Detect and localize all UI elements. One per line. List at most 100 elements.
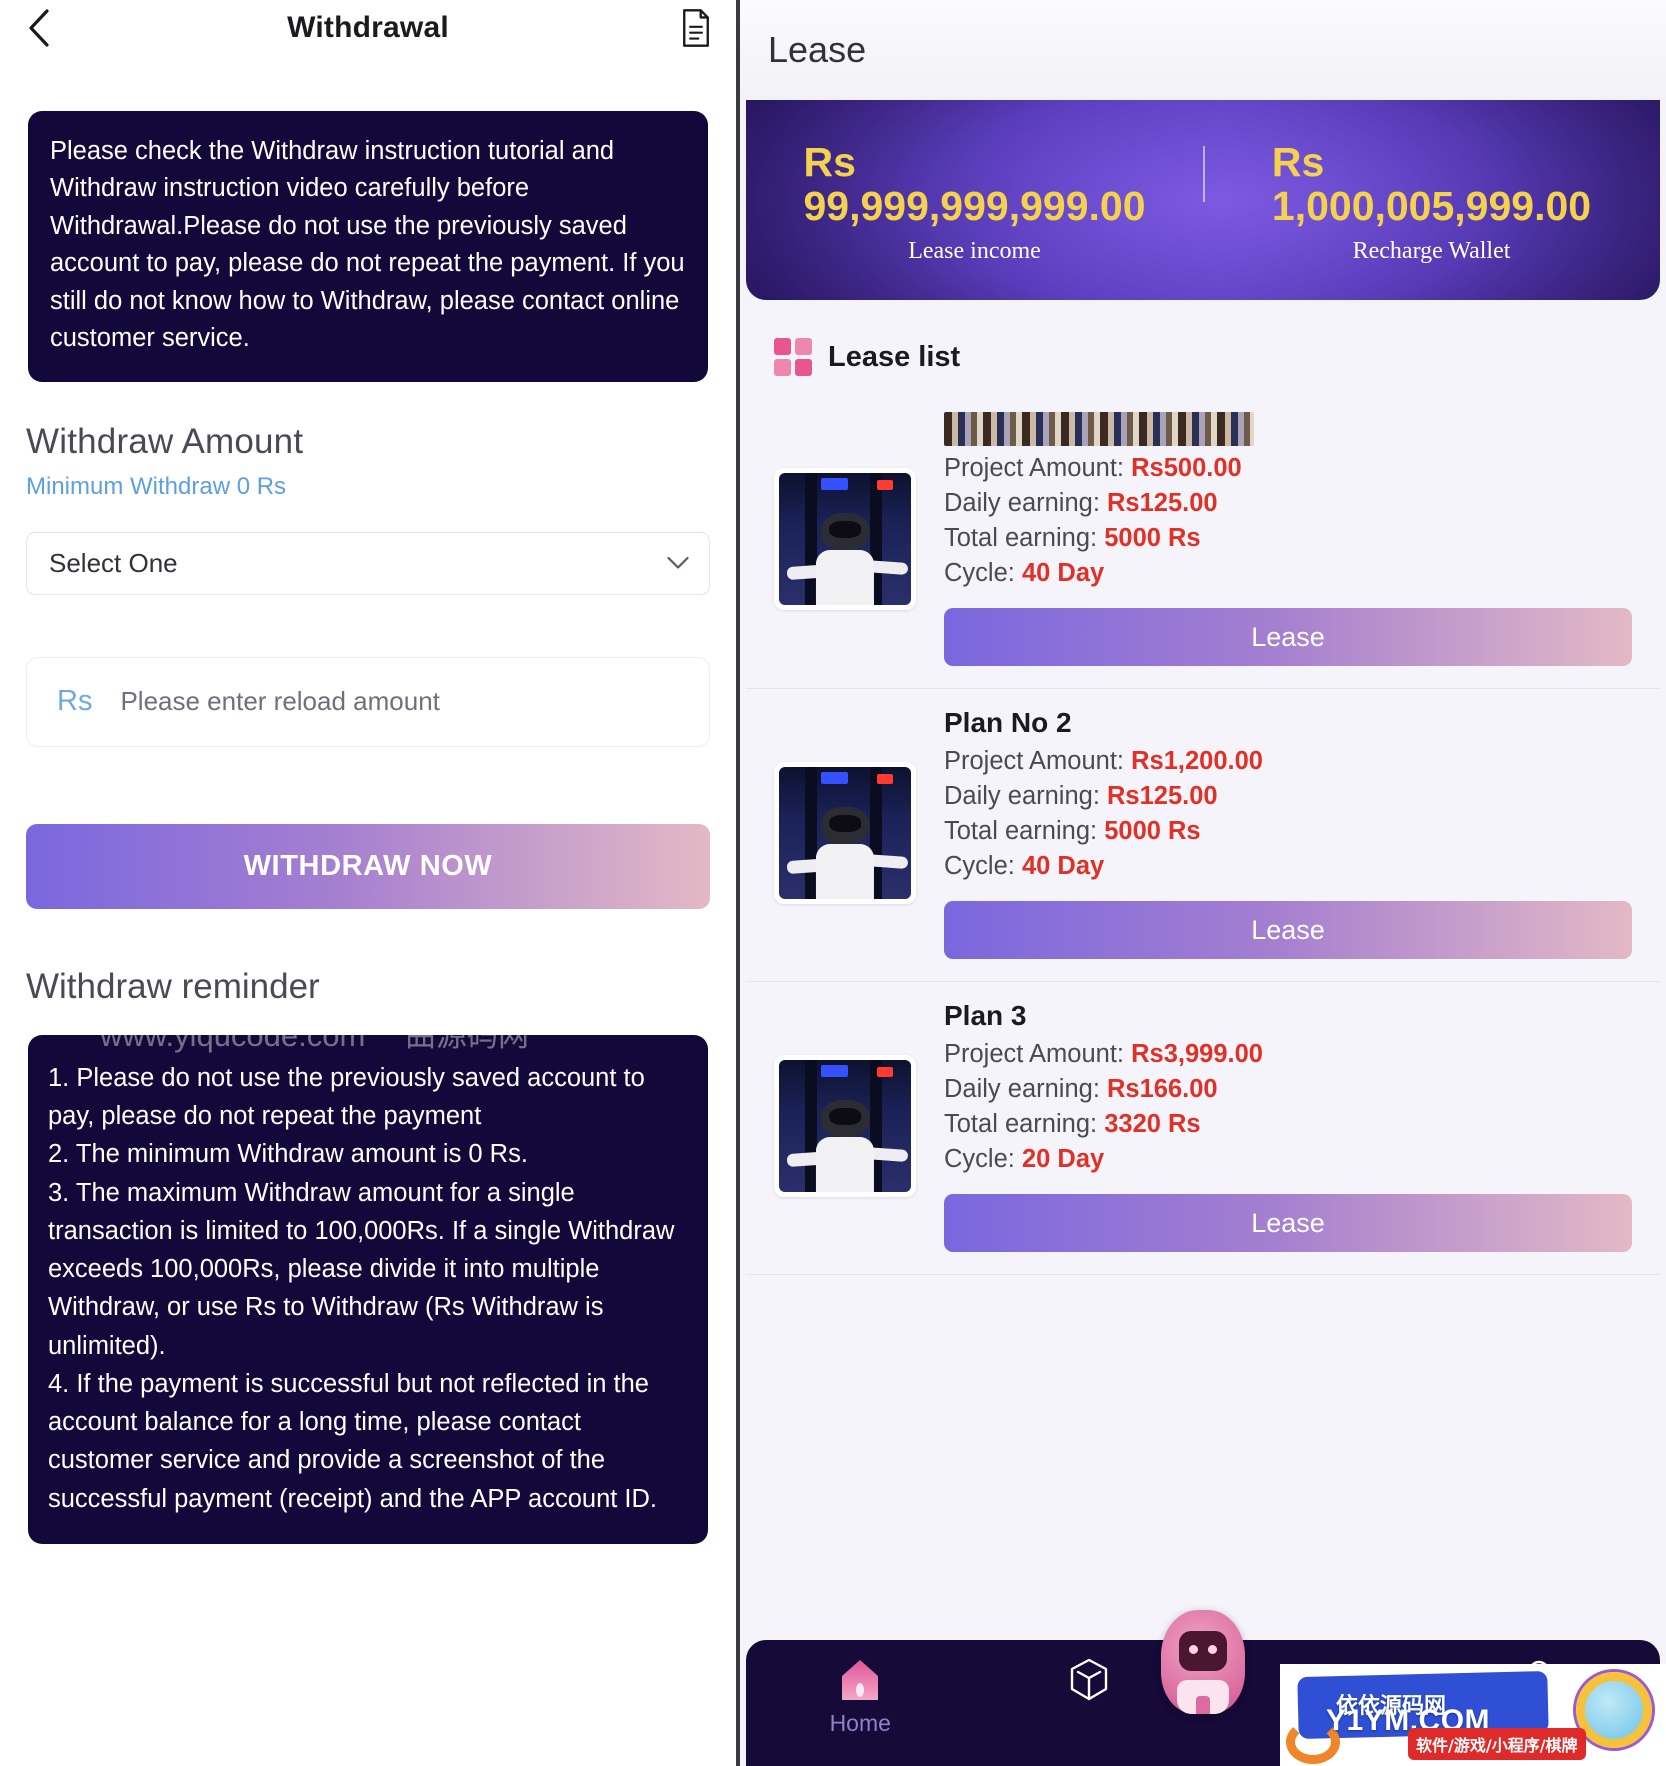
home-icon — [838, 1654, 882, 1706]
total-earning-value: 5000 Rs — [1104, 817, 1201, 845]
withdrawal-header: Withdrawal — [0, 0, 736, 56]
plan-thumbnail — [774, 1055, 916, 1197]
robot-image — [779, 1060, 911, 1192]
plan-project-amount: Project Amount: Rs500.00 — [944, 454, 1632, 483]
cycle-label: Cycle: — [944, 852, 1015, 880]
lease-income-currency: Rs — [803, 139, 856, 186]
lease-list-header: Lease list — [746, 338, 1660, 376]
plan-thumbnail — [774, 762, 916, 904]
total-earning-value: 5000 Rs — [1104, 524, 1201, 552]
plan-name — [944, 412, 1254, 446]
reminder-item: 4. If the payment is successful but not … — [48, 1369, 658, 1513]
cube-icon — [1067, 1654, 1111, 1706]
robot-mascot-icon[interactable] — [1161, 1610, 1245, 1714]
minimum-withdraw-note: Minimum Withdraw 0 Rs — [26, 472, 287, 500]
nav-item-home[interactable]: Home — [746, 1654, 975, 1737]
lease-button[interactable]: Lease — [944, 901, 1632, 959]
chevron-down-icon — [667, 557, 689, 570]
plan-info: Project Amount: Rs500.00 Daily earning: … — [944, 412, 1632, 666]
lease-income-block: Rs 99,999,999,999.00 Lease income — [746, 100, 1203, 300]
plan-project-amount: Project Amount: Rs3,999.00 — [944, 1040, 1632, 1069]
daily-earning-label: Daily earning: — [944, 489, 1100, 517]
app-screen: Withdrawal Please check the Withdraw ins… — [0, 0, 1666, 1766]
plan-daily-earning: Daily earning: Rs166.00 — [944, 1075, 1632, 1104]
project-amount-value: Rs1,200.00 — [1131, 747, 1263, 775]
document-icon[interactable] — [678, 8, 714, 48]
plan-info: Plan No 2 Project Amount: Rs1,200.00 Dai… — [944, 707, 1632, 959]
nav-label-home: Home — [829, 1710, 891, 1736]
recharge-wallet-value: 1,000,005,999.00 — [1271, 182, 1592, 229]
back-icon[interactable] — [22, 9, 56, 47]
list-item[interactable]: Plan 3 Project Amount: Rs3,999.00 Daily … — [746, 982, 1660, 1275]
lease-list-title: Lease list — [828, 340, 961, 373]
reminder-item: 3. The maximum Withdraw amount for a sin… — [48, 1178, 675, 1360]
plan-name: Plan No 2 — [944, 707, 1072, 738]
plan-total-earning: Total earning: 5000 Rs — [944, 817, 1632, 846]
withdraw-reminder-box: www.yiqucode.com 一曲源码网 1. Please do not … — [28, 1018, 708, 1544]
lease-income-amount: Rs 99,999,999,999.00 — [803, 139, 1146, 229]
withdraw-method-select[interactable]: Select One — [26, 531, 710, 595]
project-amount-label: Project Amount: — [944, 747, 1125, 775]
robot-image — [779, 473, 911, 605]
cycle-value: 40 Day — [1021, 559, 1105, 587]
project-amount-value: Rs500.00 — [1131, 454, 1242, 482]
lease-page-title: Lease — [768, 29, 867, 70]
project-amount-value: Rs3,999.00 — [1131, 1040, 1263, 1068]
plan-cycle: Cycle: 40 Day — [944, 559, 1632, 588]
project-amount-label: Project Amount: — [944, 454, 1125, 482]
plan-cycle: Cycle: 20 Day — [944, 1145, 1632, 1174]
grid-icon — [774, 338, 812, 376]
withdraw-now-button[interactable]: WITHDRAW NOW — [26, 823, 710, 909]
watermark-tag-text: 软件/游戏/小程序/棋牌 — [1408, 1728, 1586, 1760]
withdraw-method-value: Select One — [49, 547, 178, 578]
lease-button[interactable]: Lease — [944, 608, 1632, 666]
withdraw-amount-input[interactable] — [120, 686, 679, 718]
cycle-value: 20 Day — [1021, 1145, 1105, 1173]
plan-total-earning: Total earning: 5000 Rs — [944, 524, 1632, 553]
list-item[interactable]: Project Amount: Rs500.00 Daily earning: … — [746, 394, 1660, 689]
withdrawal-notice: Please check the Withdraw instruction tu… — [28, 111, 708, 382]
plan-daily-earning: Daily earning: Rs125.00 — [944, 782, 1632, 811]
daily-earning-value: Rs125.00 — [1107, 782, 1218, 810]
daily-earning-label: Daily earning: — [944, 782, 1100, 810]
currency-prefix-label: Rs — [57, 685, 93, 718]
site-watermark-badge: 依依源码网 Y1YM.COM 软件/游戏/小程序/棋牌 — [1280, 1664, 1666, 1766]
total-earning-label: Total earning: — [944, 1110, 1098, 1138]
recharge-wallet-currency: Rs — [1271, 139, 1325, 186]
plan-info: Plan 3 Project Amount: Rs3,999.00 Daily … — [944, 1000, 1632, 1252]
total-earning-label: Total earning: — [944, 817, 1098, 845]
cycle-label: Cycle: — [944, 1145, 1015, 1173]
page-title: Withdrawal — [287, 11, 449, 44]
withdraw-amount-field[interactable]: Rs — [26, 656, 710, 747]
magnifier-icon — [1576, 1672, 1652, 1748]
total-earning-label: Total earning: — [944, 524, 1098, 552]
site-watermark: www.yiqucode.com 一曲源码网 — [100, 1017, 529, 1053]
total-earning-value: 3320 Rs — [1104, 1110, 1201, 1138]
daily-earning-value: Rs166.00 — [1107, 1075, 1218, 1103]
plan-daily-earning: Daily earning: Rs125.00 — [944, 489, 1632, 518]
cycle-value: 40 Day — [1021, 852, 1105, 880]
lease-header: Lease — [740, 0, 1666, 100]
recharge-wallet-label: Recharge Wallet — [1352, 237, 1511, 264]
plan-total-earning: Total earning: 3320 Rs — [944, 1110, 1632, 1139]
cycle-label: Cycle: — [944, 559, 1015, 587]
lease-button[interactable]: Lease — [944, 1194, 1632, 1252]
reminder-item: 2. The minimum Withdraw amount is 0 Rs. — [48, 1140, 528, 1169]
daily-earning-label: Daily earning: — [944, 1075, 1100, 1103]
robot-image — [779, 767, 911, 899]
recharge-wallet-block: Rs 1,000,005,999.00 Recharge Wallet — [1203, 100, 1660, 300]
lease-income-value: 99,999,999,999.00 — [803, 182, 1146, 229]
lease-income-label: Lease income — [908, 237, 1041, 264]
balance-card: Rs 99,999,999,999.00 Lease income Rs 1,0… — [746, 100, 1660, 300]
lease-list-section: Lease list Project Amount: Rs500.00 Dail… — [746, 300, 1660, 1766]
plan-cycle: Cycle: 40 Day — [944, 852, 1632, 881]
reminder-item: 1. Please do not use the previously save… — [48, 1063, 645, 1131]
plan-project-amount: Project Amount: Rs1,200.00 — [944, 747, 1632, 776]
plan-name: Plan 3 — [944, 1000, 1027, 1031]
list-item[interactable]: Plan No 2 Project Amount: Rs1,200.00 Dai… — [746, 689, 1660, 982]
withdraw-reminder-title: Withdraw reminder — [26, 966, 320, 1006]
withdraw-amount-title: Withdraw Amount — [26, 421, 304, 461]
lease-panel: Lease Rs 99,999,999,999.00 Lease income … — [740, 0, 1666, 1766]
project-amount-label: Project Amount: — [944, 1040, 1125, 1068]
plan-thumbnail — [774, 468, 916, 610]
